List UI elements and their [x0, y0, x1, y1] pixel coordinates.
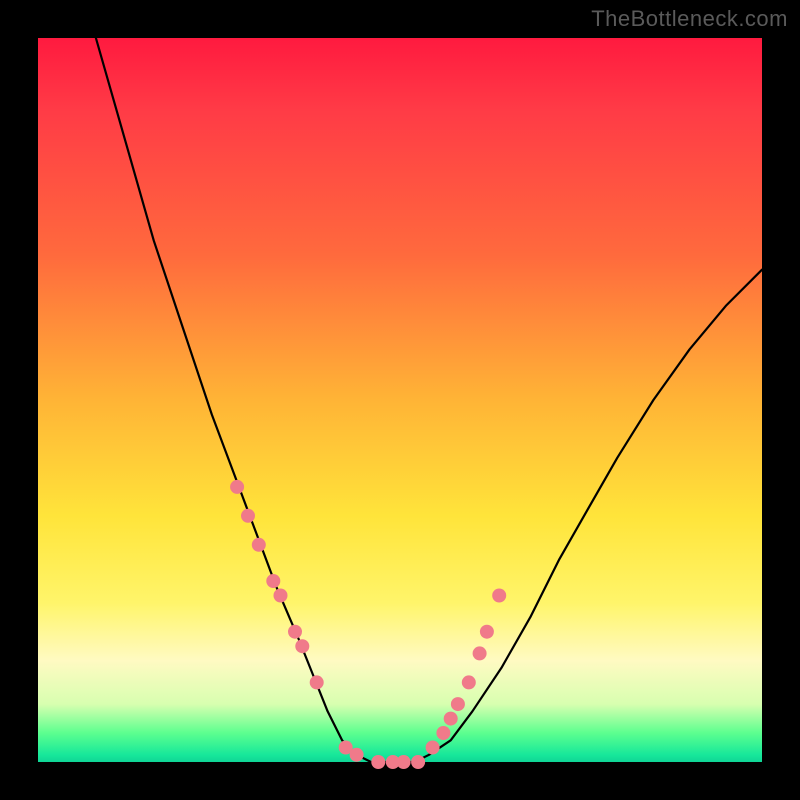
highlight-point	[492, 589, 506, 603]
highlight-point	[230, 480, 244, 494]
highlight-point	[397, 755, 411, 769]
bottleneck-curve	[96, 38, 762, 762]
highlight-point	[473, 646, 487, 660]
plot-area	[38, 38, 762, 762]
watermark-text: TheBottleneck.com	[591, 6, 788, 32]
highlight-point	[371, 755, 385, 769]
highlight-points	[230, 480, 506, 769]
highlight-point	[266, 574, 280, 588]
highlight-point	[436, 726, 450, 740]
highlight-point	[288, 625, 302, 639]
highlight-point	[480, 625, 494, 639]
highlight-point	[310, 675, 324, 689]
chart-svg	[38, 38, 762, 762]
highlight-point	[252, 538, 266, 552]
highlight-point	[444, 712, 458, 726]
highlight-point	[274, 589, 288, 603]
highlight-point	[241, 509, 255, 523]
chart-frame: TheBottleneck.com	[0, 0, 800, 800]
highlight-point	[350, 748, 364, 762]
highlight-point	[411, 755, 425, 769]
highlight-point	[451, 697, 465, 711]
highlight-point	[295, 639, 309, 653]
highlight-point	[426, 741, 440, 755]
highlight-point	[462, 675, 476, 689]
